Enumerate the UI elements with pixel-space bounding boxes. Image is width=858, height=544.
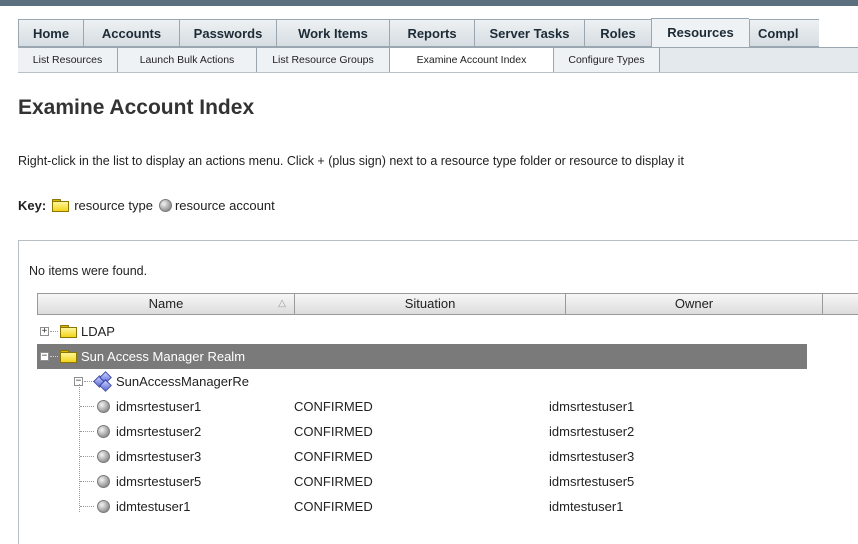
account-name: idmtestuser1 [116,499,191,514]
tab-accounts[interactable]: Accounts [83,19,179,47]
page-title: Examine Account Index [18,96,255,119]
account-icon [158,199,172,212]
tree-connector [80,506,94,507]
account-icon [97,450,110,463]
account-situation: CONFIRMED [294,424,373,439]
tab-server-tasks[interactable]: Server Tasks [474,19,584,47]
account-icon [97,400,110,413]
tree-row-ldap[interactable]: + LDAP [37,319,807,344]
tab-resources[interactable]: Resources [651,18,749,48]
tab-reports[interactable]: Reports [389,19,474,47]
account-name: idmsrtestuser1 [116,399,202,414]
top-banner-spacer [0,6,858,18]
secondary-tabs: List Resources Launch Bulk Actions List … [18,48,858,73]
tree-row-account[interactable]: idmtestuser1 CONFIRMED idmtestuser1 [37,494,807,519]
tree-connector [80,406,94,407]
tree-connector [50,356,58,357]
tab-home[interactable]: Home [18,19,83,47]
account-owner: idmsrtestuser2 [549,424,635,439]
tab-work-items[interactable]: Work Items [276,19,389,47]
key-resource-account-label: resource account [174,198,275,213]
folder-icon [52,199,70,212]
subtab-list-resources[interactable]: List Resources [18,48,118,72]
account-name: idmsrtestuser3 [116,449,202,464]
folder-icon [60,325,77,338]
tab-passwords[interactable]: Passwords [179,19,276,47]
tab-roles[interactable]: Roles [584,19,651,47]
tree-row-account[interactable]: idmsrtestuser1 CONFIRMED idmsrtestuser1 [37,394,807,419]
tree-row-account[interactable]: idmsrtestuser5 CONFIRMED idmsrtestuser5 [37,469,807,494]
account-icon [97,500,110,513]
minus-icon[interactable]: − [40,352,49,361]
plus-icon[interactable]: + [40,327,49,336]
account-situation: CONFIRMED [294,499,373,514]
account-name: idmsrtestuser2 [116,424,202,439]
account-situation: CONFIRMED [294,449,373,464]
no-items-message: No items were found. [29,264,148,278]
column-header-owner[interactable]: Owner [566,294,823,314]
column-header-name[interactable]: Name △ [38,294,295,314]
tree-row-label: LDAP [81,324,115,339]
account-situation: CONFIRMED [294,474,373,489]
subtab-examine-account-index[interactable]: Examine Account Index [390,48,554,72]
account-owner: idmsrtestuser1 [549,399,635,414]
tree-row-label: SunAccessManagerRe [116,374,249,389]
account-name: idmsrtestuser5 [116,474,202,489]
tree-connector [80,481,94,482]
key-resource-type-label: resource type [74,198,153,213]
sort-triangle-icon: △ [278,298,286,309]
column-name-label: Name [148,296,184,311]
tab-compliance[interactable]: Compl [749,19,819,47]
subtab-configure-types[interactable]: Configure Types [554,48,660,72]
tree-connector [50,331,58,332]
tree-row-sun-access-manager-realm[interactable]: − Sun Access Manager Realm [37,344,807,369]
grid-header: Name △ Situation Owner [37,293,858,315]
primary-tabs: Home Accounts Passwords Work Items Repor… [18,18,819,48]
tree-connector [80,456,94,457]
tree-row-sun-access-manager-resource[interactable]: − SunAccessManagerRe [37,369,807,394]
tree-row-label: Sun Access Manager Realm [81,349,246,364]
column-header-situation[interactable]: Situation [295,294,566,314]
tree-row-account[interactable]: idmsrtestuser2 CONFIRMED idmsrtestuser2 [37,419,807,444]
account-owner: idmsrtestuser5 [549,474,635,489]
folder-icon [60,350,77,363]
resource-icon [93,371,112,392]
icon-key: Key: resource type resource account [18,198,275,213]
instructions-text: Right-click in the list to display an ac… [18,154,684,168]
column-header-extra [823,294,858,314]
account-owner: idmsrtestuser3 [549,449,635,464]
subtab-launch-bulk-actions[interactable]: Launch Bulk Actions [118,48,257,72]
account-situation: CONFIRMED [294,399,373,414]
tree-connector [80,431,94,432]
subtab-list-resource-groups[interactable]: List Resource Groups [257,48,390,72]
account-index-panel: No items were found. Name △ Situation Ow… [18,240,858,544]
key-label: Key: [18,198,47,213]
account-icon [97,425,110,438]
account-icon [97,475,110,488]
account-owner: idmtestuser1 [549,499,624,514]
tree-row-account[interactable]: idmsrtestuser3 CONFIRMED idmsrtestuser3 [37,444,807,469]
